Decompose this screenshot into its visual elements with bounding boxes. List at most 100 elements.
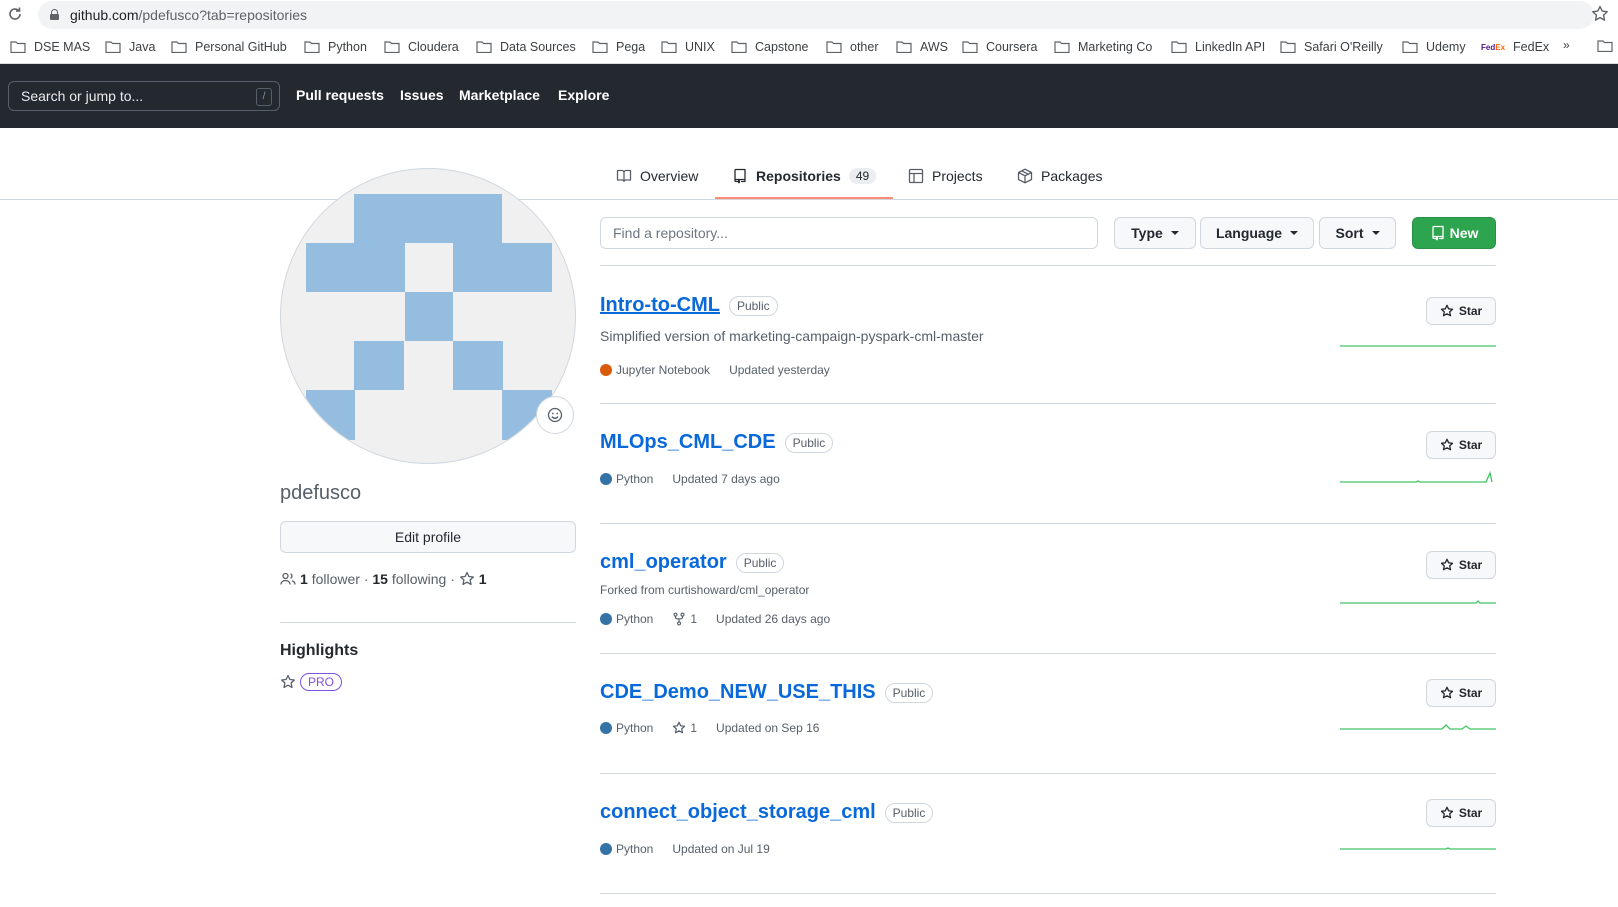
bookmark-star-icon[interactable] — [1590, 4, 1610, 24]
tab-projects[interactable]: Projects — [908, 165, 983, 187]
star-icon — [1440, 806, 1453, 819]
type-label: Type — [1131, 225, 1163, 241]
star-button[interactable]: Star — [1426, 551, 1496, 579]
bookmark-folder[interactable]: Coursera — [962, 38, 1037, 56]
star-icon — [1440, 438, 1453, 451]
bookmarks-overflow-button[interactable]: » — [1563, 38, 1570, 52]
bookmark-folder[interactable]: Java — [105, 38, 155, 56]
star-button[interactable]: Star — [1426, 297, 1496, 325]
bookmark-label: Capstone — [755, 40, 809, 54]
repo-name-link[interactable]: MLOps_CML_CDE — [600, 431, 776, 454]
star-icon — [1440, 686, 1453, 699]
folder-icon — [384, 41, 400, 53]
lock-icon — [50, 9, 59, 20]
bookmark-folder[interactable]: Python — [304, 38, 367, 56]
forked-from[interactable]: Forked from curtishoward/cml_operator — [600, 583, 809, 597]
followers-count[interactable]: 1 — [300, 571, 308, 587]
language-filter-button[interactable]: Language — [1200, 217, 1314, 249]
language-color-dot — [600, 722, 612, 734]
folder-icon[interactable] — [1597, 39, 1613, 55]
url-text[interactable]: github.com/pdefusco?tab=repositories — [70, 7, 307, 23]
bookmark-folder[interactable]: Safari O'Reilly — [1280, 38, 1383, 56]
package-icon — [1017, 168, 1033, 184]
bookmark-label: AWS — [920, 40, 949, 54]
list-divider — [600, 773, 1496, 774]
tab-label: Overview — [640, 168, 699, 184]
stars-count[interactable]: 1 — [479, 571, 487, 587]
following-label[interactable]: following — [392, 571, 446, 587]
star-icon — [281, 674, 295, 689]
tab-label: Repositories — [756, 168, 841, 184]
star-button[interactable]: Star — [1426, 799, 1496, 827]
bookmark-folder[interactable]: Udemy — [1402, 38, 1466, 56]
bookmark-label: FedEx — [1513, 40, 1550, 54]
star-label: Star — [1458, 438, 1483, 452]
avatar[interactable] — [280, 168, 576, 464]
repo-updated: Updated on Jul 19 — [672, 842, 770, 856]
bookmark-link[interactable]: FedEx FedEx — [1481, 38, 1549, 56]
tab-packages[interactable]: Packages — [1017, 165, 1102, 187]
nav-pull-requests[interactable]: Pull requests — [296, 87, 384, 103]
browser-url-bar: github.com/pdefusco?tab=repositories — [0, 0, 1618, 30]
star-icon — [1440, 304, 1453, 317]
sort-filter-button[interactable]: Sort — [1319, 217, 1396, 249]
reload-icon[interactable] — [6, 6, 24, 24]
bookmark-label: Marketing Co — [1078, 40, 1153, 54]
folder-icon — [661, 41, 677, 53]
bookmark-label: DSE MAS — [34, 40, 91, 54]
repo-language: Python — [616, 612, 654, 626]
repo-updated: Updated on Sep 16 — [716, 721, 820, 735]
folder-icon — [10, 41, 26, 53]
repo-icon — [734, 168, 746, 184]
type-filter-button[interactable]: Type — [1114, 217, 1196, 249]
followers-label[interactable]: follower — [312, 571, 360, 587]
bookmark-label: Data Sources — [500, 40, 576, 54]
repo-name-link[interactable]: cml_operator — [600, 551, 727, 574]
star-button[interactable]: Star — [1426, 431, 1496, 459]
bookmark-folder[interactable]: Capstone — [731, 38, 809, 56]
bookmark-folder[interactable]: Data Sources — [476, 38, 576, 56]
star-label: Star — [1458, 304, 1483, 318]
bookmark-folder[interactable]: Marketing Co — [1054, 38, 1152, 56]
bookmark-folder[interactable]: UNIX — [661, 38, 715, 56]
url-path: /pdefusco?tab=repositories — [138, 7, 307, 23]
new-repository-button[interactable]: New — [1412, 217, 1496, 249]
repo-name-link[interactable]: connect_object_storage_cml — [600, 801, 876, 824]
list-divider — [600, 265, 1496, 266]
bookmark-folder[interactable]: LinkedIn API — [1171, 38, 1265, 56]
highlights-title: Highlights — [280, 642, 359, 659]
new-label: New — [1449, 225, 1479, 241]
bookmark-label: LinkedIn API — [1195, 40, 1266, 54]
bookmarks-bar: DSE MAS Java Personal GitHub Python Clou… — [0, 30, 1618, 64]
people-icon — [280, 572, 296, 585]
tabs-divider — [0, 199, 1618, 200]
bookmark-folder[interactable]: other — [826, 38, 879, 56]
nav-explore[interactable]: Explore — [558, 87, 609, 103]
repo-name-link[interactable]: CDE_Demo_NEW_USE_THIS — [600, 681, 876, 704]
activity-sparkline — [1340, 470, 1493, 483]
star-button[interactable]: Star — [1426, 679, 1496, 707]
global-search-input[interactable]: Search or jump to... / — [8, 81, 280, 111]
fork-count[interactable]: 1 — [672, 612, 697, 626]
tab-label: Packages — [1041, 168, 1103, 184]
bookmark-folder[interactable]: Cloudera — [384, 38, 459, 56]
bookmark-folder[interactable]: Pega — [592, 38, 645, 56]
find-repository-input[interactable]: Find a repository... — [600, 217, 1098, 249]
fork-count-value: 1 — [690, 612, 698, 626]
nav-marketplace[interactable]: Marketplace — [459, 87, 540, 103]
bookmark-folder[interactable]: DSE MAS — [10, 38, 90, 56]
repo-name-link[interactable]: Intro-to-CML — [600, 294, 720, 317]
search-placeholder: Search or jump to... — [21, 88, 144, 104]
tab-overview[interactable]: Overview — [616, 165, 698, 187]
edit-profile-button[interactable]: Edit profile — [280, 521, 576, 553]
star-count[interactable]: 1 — [672, 721, 697, 735]
address-bar[interactable]: github.com/pdefusco?tab=repositories — [38, 1, 1594, 29]
bookmark-folder[interactable]: AWS — [896, 38, 948, 56]
language-color-dot — [600, 364, 612, 376]
following-count[interactable]: 15 — [372, 571, 388, 587]
set-status-button[interactable] — [536, 396, 574, 434]
bookmark-folder[interactable]: Personal GitHub — [171, 38, 287, 56]
nav-issues[interactable]: Issues — [400, 87, 444, 103]
tab-repositories[interactable]: Repositories 49 — [732, 165, 877, 187]
folder-icon — [476, 41, 492, 53]
